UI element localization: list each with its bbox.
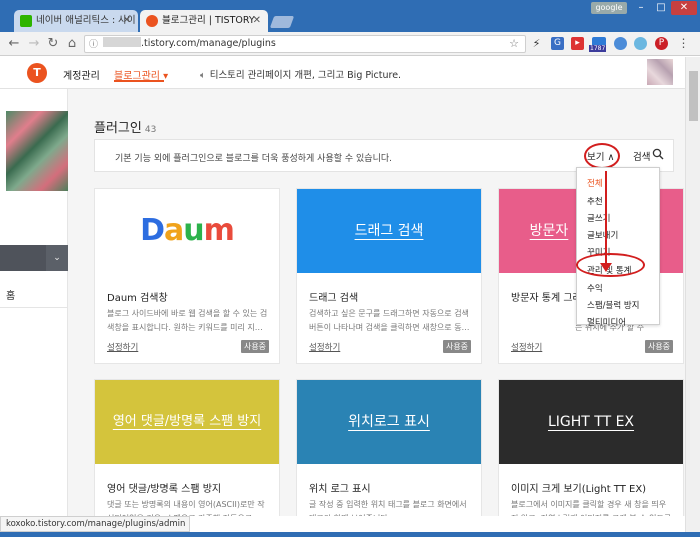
divider xyxy=(0,307,68,308)
status-badge: 사용중 xyxy=(645,340,673,353)
speaker-icon: 🔈︎ xyxy=(200,70,206,81)
naver-analytics-icon xyxy=(20,15,32,27)
settings-link[interactable]: 설정하기 xyxy=(107,341,138,353)
active-underline xyxy=(114,80,164,82)
sidebar: ⌄ 홈 xyxy=(0,89,68,516)
filter-option-all[interactable]: 전체 xyxy=(587,177,603,189)
blog-selector[interactable]: ⌄ xyxy=(0,245,68,271)
flash-extension-icon[interactable]: ⚡ xyxy=(530,37,543,50)
notice-text: 티스토리 관리페이지 개편, 그리고 Big Picture. xyxy=(209,70,402,81)
status-url: koxoko.tistory.com/manage/plugins/admin xyxy=(0,516,190,532)
plugin-title: 위치 로그 표시 xyxy=(309,484,371,495)
extension-badge-count: 1787 xyxy=(589,45,607,52)
scrollbar-thumb[interactable] xyxy=(689,71,698,121)
address-bar[interactable]: ⓘ .tistory.com/manage/plugins ☆ xyxy=(84,35,526,53)
filter-option-recommended[interactable]: 추천 xyxy=(587,195,603,207)
description-text: 기본 기능 외에 플러그인으로 블로그를 더욱 풍성하게 사용할 수 있습니다. xyxy=(115,154,393,164)
plugin-description: 글 작성 중 입력한 위치 태그를 블로그 화면에서 태그와 함께 보여줍니다. xyxy=(309,500,467,516)
page-title-text: 플러그인 xyxy=(94,121,142,136)
tab-tistory-manage[interactable]: 블로그관리 | TISTORY ✕ xyxy=(140,10,268,32)
filter-option-multimedia[interactable]: 멀티미디어 xyxy=(587,316,626,328)
url-text: .tistory.com/manage/plugins xyxy=(141,38,276,49)
page-title: 플러그인 43 xyxy=(94,117,156,136)
account-manage-link[interactable]: 계정관리 xyxy=(63,67,100,82)
close-icon[interactable]: ✕ xyxy=(123,10,131,32)
plugin-description: 블로그에서 이미지를 클릭할 경우 새 창을 띄우지 않고, 자연스럽게 이미지… xyxy=(511,500,671,516)
settings-link[interactable]: 설정하기 xyxy=(511,341,542,353)
daum-logo: Daum xyxy=(140,213,235,248)
maximize-button[interactable]: □ xyxy=(651,1,671,15)
extension-badge-icon[interactable]: 1787 xyxy=(589,37,607,52)
menu-icon[interactable]: ⋮ xyxy=(677,37,690,50)
plugin-banner: 위치로그 표시 xyxy=(297,380,481,464)
tab-title: 네이버 애널리틱스 : 사이 xyxy=(36,15,136,26)
banner-text: 위치로그 표시 xyxy=(348,414,430,430)
plugin-card-drag-search[interactable]: 드래그 검색 드래그 검색 검색하고 싶은 문구를 드래그하면 자동으로 검색 … xyxy=(296,188,482,364)
notice-link[interactable]: 🔈︎ 티스토리 관리페이지 개편, 그리고 Big Picture. xyxy=(200,67,401,81)
globe-extension-icon[interactable] xyxy=(614,37,627,50)
filter-option-spam-block[interactable]: 스팸/블럭 방지 xyxy=(587,299,640,311)
masked-subdomain xyxy=(103,37,141,47)
search-icon[interactable] xyxy=(652,148,664,160)
plugin-description: 댓글 또는 방명록의 내용이 영어(ASCII)로만 작성되어있을 경우, 스팸… xyxy=(107,500,265,516)
blog-thumbnail[interactable] xyxy=(6,111,68,191)
avatar[interactable] xyxy=(647,59,673,85)
tistory-logo[interactable]: T xyxy=(27,63,47,83)
tab-title: 블로그관리 | TISTORY xyxy=(162,15,255,26)
close-icon[interactable]: ✕ xyxy=(253,10,261,32)
close-window-button[interactable]: ✕ xyxy=(671,1,697,15)
plugin-description: 검색하고 싶은 문구를 드래그하면 자동으로 검색 버튼이 나타나며 검색을 클… xyxy=(309,309,470,332)
profile-chip[interactable]: google xyxy=(591,2,627,14)
annotation-circle xyxy=(584,143,620,169)
cloud-extension-icon[interactable] xyxy=(634,37,647,50)
pinterest-icon[interactable]: P xyxy=(655,37,668,50)
plugin-card-light-tt-ex[interactable]: LIGHT TT EX 이미지 크게 보기(Light TT EX) 블로그에서… xyxy=(498,379,684,516)
new-tab-button[interactable] xyxy=(269,16,295,28)
translate-extension-icon[interactable]: G xyxy=(551,37,564,50)
annotation-arrow xyxy=(605,171,607,265)
info-icon[interactable]: ⓘ xyxy=(89,37,98,53)
tab-naver-analytics[interactable]: 네이버 애널리틱스 : 사이 ✕ xyxy=(14,10,138,32)
window-frame xyxy=(0,532,700,537)
annotation-circle xyxy=(576,253,645,277)
bookmark-star-icon[interactable]: ☆ xyxy=(509,36,519,52)
minimize-button[interactable]: – xyxy=(631,1,651,15)
reload-icon[interactable]: ↻ xyxy=(45,36,61,52)
plugin-card-daum-search[interactable]: Daum Daum 검색창 블로그 사이드바에 바로 웹 검색을 할 수 있는 … xyxy=(94,188,280,364)
plugin-title: Daum 검색창 xyxy=(107,293,168,304)
filter-option-export[interactable]: 글보내기 xyxy=(587,229,618,241)
settings-link[interactable]: 설정하기 xyxy=(309,341,340,353)
site-header: T 계정관리 블로그관리 ▾ 🔈︎ 티스토리 관리페이지 개편, 그리고 Big … xyxy=(0,57,685,89)
plugin-card-english-spam[interactable]: 영어 댓글/방명록 스팸 방지 영어 댓글/방명록 스팸 방지 댓글 또는 방명… xyxy=(94,379,280,516)
home-icon[interactable]: ⌂ xyxy=(64,36,80,52)
scrollbar[interactable] xyxy=(685,57,700,537)
banner-text: 영어 댓글/방명록 스팸 방지 xyxy=(112,414,262,429)
tab-strip: 네이버 애널리틱스 : 사이 ✕ 블로그관리 | TISTORY ✕ googl… xyxy=(0,0,700,32)
sidebar-item-home[interactable]: 홈 xyxy=(6,287,15,302)
plugin-banner: 영어 댓글/방명록 스팸 방지 xyxy=(95,380,279,464)
back-icon[interactable]: ← xyxy=(6,36,22,52)
plugin-title: 드래그 검색 xyxy=(309,293,359,304)
banner-text: 드래그 검색 xyxy=(354,223,424,239)
plugin-banner: 드래그 검색 xyxy=(297,189,481,273)
plugin-title: 이미지 크게 보기(Light TT EX) xyxy=(511,484,647,495)
plugin-banner: LIGHT TT EX xyxy=(499,380,683,464)
chevron-down-icon[interactable]: ⌄ xyxy=(46,245,68,271)
status-badge: 사용중 xyxy=(443,340,471,353)
filter-option-revenue[interactable]: 수익 xyxy=(587,282,603,294)
view-filter-dropdown: 전체 추천 글쓰기 글보내기 꾸미기 관리 및 통계 수익 스팸/블럭 방지 멀… xyxy=(576,167,660,328)
tistory-favicon-icon xyxy=(146,15,158,27)
plugin-description: 블로그 사이드바에 바로 웹 검색을 할 수 있는 검색창을 표시합니다. 원하… xyxy=(107,309,268,332)
banner-text: LIGHT TT EX xyxy=(547,414,635,430)
plugin-title: 영어 댓글/방명록 스팸 방지 xyxy=(107,484,222,495)
status-badge: 사용중 xyxy=(241,340,269,353)
page-content: T 계정관리 블로그관리 ▾ 🔈︎ 티스토리 관리페이지 개편, 그리고 Big … xyxy=(0,57,685,516)
search-button[interactable]: 검색 xyxy=(633,149,650,163)
plugin-card-location-log[interactable]: 위치로그 표시 위치 로그 표시 글 작성 중 입력한 위치 태그를 블로그 화… xyxy=(296,379,482,516)
plugin-count: 43 xyxy=(144,125,157,135)
browser-toolbar: ← → ↻ ⌂ ⓘ .tistory.com/manage/plugins ☆ … xyxy=(0,32,700,56)
forward-icon[interactable]: → xyxy=(26,36,42,52)
plugin-banner: Daum xyxy=(95,189,279,273)
video-extension-icon[interactable]: ▸ xyxy=(571,37,584,50)
